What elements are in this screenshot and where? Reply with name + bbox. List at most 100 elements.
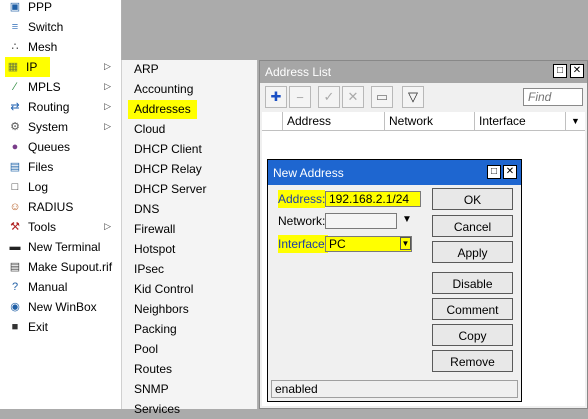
close-icon[interactable]: ✕ — [570, 64, 584, 78]
submenu-item-ipsec[interactable]: IPsec — [128, 260, 170, 279]
new-address-dialog: New Address □ ✕ Address: 192.168.2.1/24 … — [267, 159, 522, 402]
terminal-icon: ▬ — [9, 241, 21, 253]
submenu-item-dhcp-client[interactable]: DHCP Client — [128, 140, 208, 159]
submenu-arrow-icon: ▷ — [104, 61, 111, 71]
comment-icon[interactable]: ▭ — [371, 86, 393, 108]
menu-item-label: New WinBox — [28, 300, 97, 314]
add-icon[interactable]: ✚ — [265, 86, 287, 108]
submenu-item-firewall[interactable]: Firewall — [128, 220, 181, 239]
submenu-arrow-icon: ▷ — [104, 221, 111, 231]
mesh-icon: ∴ — [11, 41, 19, 53]
menu-item-label: Routing — [28, 100, 70, 114]
queues-icon: ● — [11, 141, 19, 153]
radius-icon: ☺ — [9, 201, 21, 213]
submenu-item-kid-control[interactable]: Kid Control — [128, 280, 199, 299]
submenu-item-routes[interactable]: Routes — [128, 360, 178, 379]
exit-icon: ■ — [11, 321, 19, 333]
submenu-item-cloud[interactable]: Cloud — [128, 120, 171, 139]
interface-dropdown-icon[interactable]: ▼ — [400, 237, 411, 250]
menu-item-new-winbox[interactable]: ◉ New WinBox — [7, 297, 117, 317]
files-icon: ▤ — [9, 161, 21, 173]
address-list-titlebar[interactable]: Address List □ ✕ — [260, 61, 587, 83]
submenu-item-accounting[interactable]: Accounting — [128, 80, 199, 99]
menu-item-ppp[interactable]: ▣ PPP — [7, 0, 117, 17]
menu-item-tools[interactable]: ⚒ Tools ▷ — [7, 217, 117, 237]
switch-icon: ≡ — [11, 21, 19, 33]
network-label: Network: — [278, 214, 326, 228]
close-icon[interactable]: ✕ — [503, 165, 517, 179]
disable-icon[interactable]: ✕ — [342, 86, 364, 108]
interface-select[interactable]: PC — [325, 236, 412, 252]
comment-button[interactable]: Comment — [432, 298, 513, 320]
address-label: Address: — [278, 190, 326, 208]
mpls-icon: ∕ — [14, 81, 16, 93]
disable-button[interactable]: Disable — [432, 272, 513, 294]
menu-item-label: Mesh — [28, 40, 58, 54]
menu-item-mpls[interactable]: ∕ MPLS ▷ — [7, 77, 117, 97]
ok-button[interactable]: OK — [432, 188, 513, 210]
row-marker-column — [262, 112, 282, 130]
address-field[interactable]: 192.168.2.1/24 — [325, 191, 421, 207]
manual-icon: ? — [11, 281, 19, 293]
copy-button[interactable]: Copy — [432, 324, 513, 346]
menu-item-ip[interactable]: ▦ IP ▷ — [5, 57, 111, 77]
submenu-arrow-icon: ▷ — [104, 101, 111, 111]
menu-item-manual[interactable]: ? Manual — [7, 277, 117, 297]
column-interface[interactable]: Interface — [474, 112, 564, 130]
restore-icon[interactable]: □ — [487, 165, 501, 179]
new-address-titlebar[interactable]: New Address □ ✕ — [268, 160, 521, 185]
tools-icon: ⚒ — [10, 221, 20, 233]
status-text: enabled — [275, 382, 318, 396]
network-dropdown-icon[interactable]: ▼ — [402, 214, 412, 225]
apply-button[interactable]: Apply — [432, 241, 513, 263]
submenu-item-hotspot[interactable]: Hotspot — [128, 240, 181, 259]
address-list-title: Address List — [265, 65, 332, 79]
menu-item-make-supout-rif[interactable]: ▤ Make Supout.rif — [7, 257, 117, 277]
status-bar: enabled — [271, 380, 518, 398]
menu-item-label: IP — [26, 60, 38, 74]
enable-icon[interactable]: ✓ — [318, 86, 340, 108]
column-address[interactable]: Address — [282, 112, 384, 130]
find-input[interactable] — [523, 88, 583, 106]
submenu-item-dhcp-server[interactable]: DHCP Server — [128, 180, 212, 199]
submenu-item-addresses[interactable]: Addresses — [128, 100, 197, 119]
winbox-icon: ◉ — [10, 301, 20, 313]
submenu-item-pool[interactable]: Pool — [128, 340, 164, 359]
menu-item-system[interactable]: ⚙ System ▷ — [7, 117, 117, 137]
submenu-item-packing[interactable]: Packing — [128, 320, 183, 339]
menu-item-routing[interactable]: ⇄ Routing ▷ — [7, 97, 117, 117]
submenu-item-dns[interactable]: DNS — [128, 200, 165, 219]
menu-item-label: RADIUS — [28, 200, 74, 214]
network-field[interactable] — [325, 213, 397, 229]
menu-item-log[interactable]: □ Log — [7, 177, 117, 197]
column-menu-icon[interactable]: ▼ — [565, 112, 585, 130]
menu-item-switch[interactable]: ≡ Switch — [7, 17, 117, 37]
cancel-button[interactable]: Cancel — [432, 215, 513, 237]
menu-item-mesh[interactable]: ∴ Mesh — [7, 37, 117, 57]
filter-icon[interactable]: ▽ — [402, 86, 424, 108]
menu-item-files[interactable]: ▤ Files — [7, 157, 117, 177]
submenu-item-services[interactable]: Services — [128, 400, 186, 419]
menu-item-label: New Terminal — [28, 240, 101, 254]
menu-item-label: System — [28, 120, 69, 134]
menu-item-queues[interactable]: ● Queues — [7, 137, 117, 157]
system-icon: ⚙ — [10, 121, 20, 133]
menu-item-label: Make Supout.rif — [28, 260, 113, 274]
restore-icon[interactable]: □ — [553, 64, 567, 78]
column-network[interactable]: Network — [384, 112, 474, 130]
remove-icon[interactable]: − — [289, 86, 311, 108]
menu-item-new-terminal[interactable]: ▬ New Terminal — [7, 237, 117, 257]
submenu-item-snmp[interactable]: SNMP — [128, 380, 175, 399]
submenu-item-neighbors[interactable]: Neighbors — [128, 300, 195, 319]
supout-icon: ▤ — [9, 261, 21, 273]
menu-item-exit[interactable]: ■ Exit — [7, 317, 117, 337]
submenu-arrow-icon: ▷ — [104, 81, 111, 91]
menu-item-label: Files — [28, 160, 54, 174]
ppp-icon: ▣ — [9, 1, 21, 13]
remove-button[interactable]: Remove — [432, 350, 513, 372]
menu-item-radius[interactable]: ☺ RADIUS — [7, 197, 117, 217]
submenu-item-dhcp-relay[interactable]: DHCP Relay — [128, 160, 208, 179]
submenu-item-arp[interactable]: ARP — [128, 60, 165, 79]
menu-item-label: Log — [28, 180, 49, 194]
menu-item-label: Exit — [28, 320, 49, 334]
